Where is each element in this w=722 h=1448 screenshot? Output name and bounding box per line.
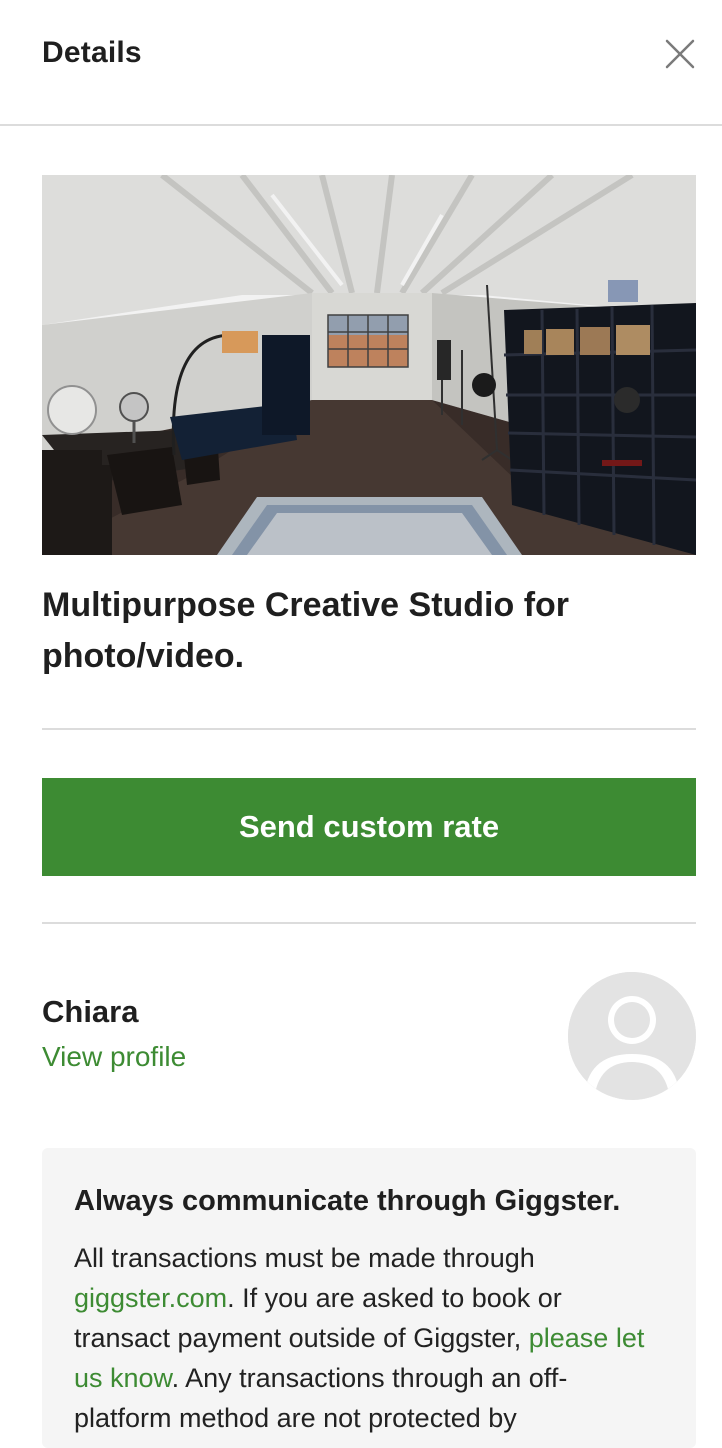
avatar[interactable]	[568, 972, 696, 1100]
listing-photo	[42, 175, 696, 555]
communication-notice: Always communicate through Giggster. All…	[42, 1148, 696, 1448]
divider	[42, 922, 696, 924]
notice-text: All transactions must be made through	[74, 1243, 535, 1273]
divider	[42, 728, 696, 730]
close-icon	[665, 39, 695, 69]
notice-title: Always communicate through Giggster.	[74, 1185, 621, 1217]
send-custom-rate-button[interactable]: Send custom rate	[42, 778, 696, 876]
close-button[interactable]	[660, 34, 700, 74]
view-profile-link[interactable]: View profile	[42, 1041, 186, 1073]
listing-title: Multipurpose Creative Studio for photo/v…	[42, 586, 570, 675]
host-name: Chiara	[42, 994, 139, 1029]
notice-body: All transactions must be made through gi…	[74, 1238, 664, 1438]
giggster-link[interactable]: giggster.com	[74, 1283, 227, 1313]
user-avatar-icon	[568, 972, 696, 1100]
page-title: Details	[42, 36, 142, 69]
details-header: Details	[0, 0, 722, 126]
